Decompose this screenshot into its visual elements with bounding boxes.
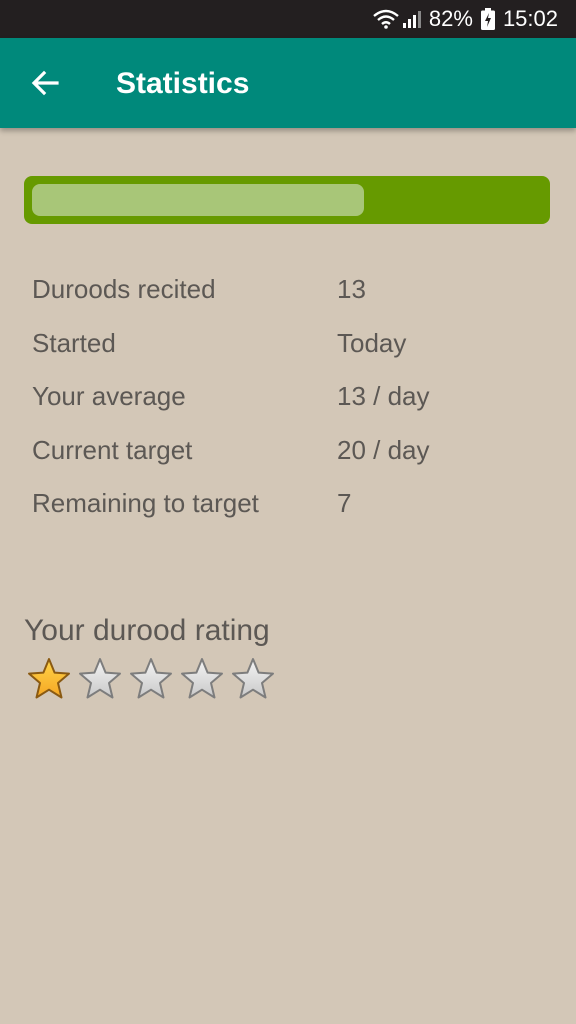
stat-label: Started <box>32 327 116 358</box>
star-rating <box>26 656 276 702</box>
star-empty-icon <box>130 658 172 699</box>
star-empty-icon <box>181 658 223 699</box>
rating-title: Your durood rating <box>24 614 270 647</box>
progress-bar <box>24 176 550 224</box>
battery-charging-icon <box>480 8 495 30</box>
stats-list: Duroods recited 13 Started Today Your av… <box>0 262 576 530</box>
stat-label: Your average <box>32 381 186 412</box>
status-icons <box>373 9 421 29</box>
star-empty-icon <box>79 658 121 699</box>
stat-value: 13 / day <box>337 381 430 412</box>
arrow-left-icon <box>31 70 59 96</box>
wifi-icon <box>373 9 399 29</box>
stat-value: 7 <box>337 488 352 519</box>
star-empty-icon <box>232 658 274 699</box>
clock: 15:02 <box>502 6 558 31</box>
stat-row-started: Started Today <box>0 316 576 370</box>
stat-label: Current target <box>32 434 193 465</box>
stat-label: Remaining to target <box>32 488 259 519</box>
progress-bar-fill <box>32 184 364 216</box>
star-filled-icon <box>28 658 70 699</box>
signal-icon <box>402 11 421 28</box>
stat-row-your-average: Your average 13 / day <box>0 369 576 423</box>
status-bar: 82% 15:02 <box>0 0 576 38</box>
stat-label: Duroods recited <box>32 274 216 304</box>
battery-percent: 82% <box>428 6 473 31</box>
stat-row-remaining-to-target: Remaining to target 7 <box>0 476 576 530</box>
stat-value: Today <box>337 327 407 358</box>
stat-value: 13 <box>337 274 366 304</box>
back-button[interactable] <box>18 56 72 110</box>
stat-value: 20 / day <box>337 434 430 465</box>
app-bar: Statistics <box>0 38 576 128</box>
stat-row-duroods-recited: Duroods recited 13 <box>0 262 576 316</box>
page-title: Statistics <box>116 67 250 100</box>
stat-row-current-target: Current target 20 / day <box>0 423 576 477</box>
